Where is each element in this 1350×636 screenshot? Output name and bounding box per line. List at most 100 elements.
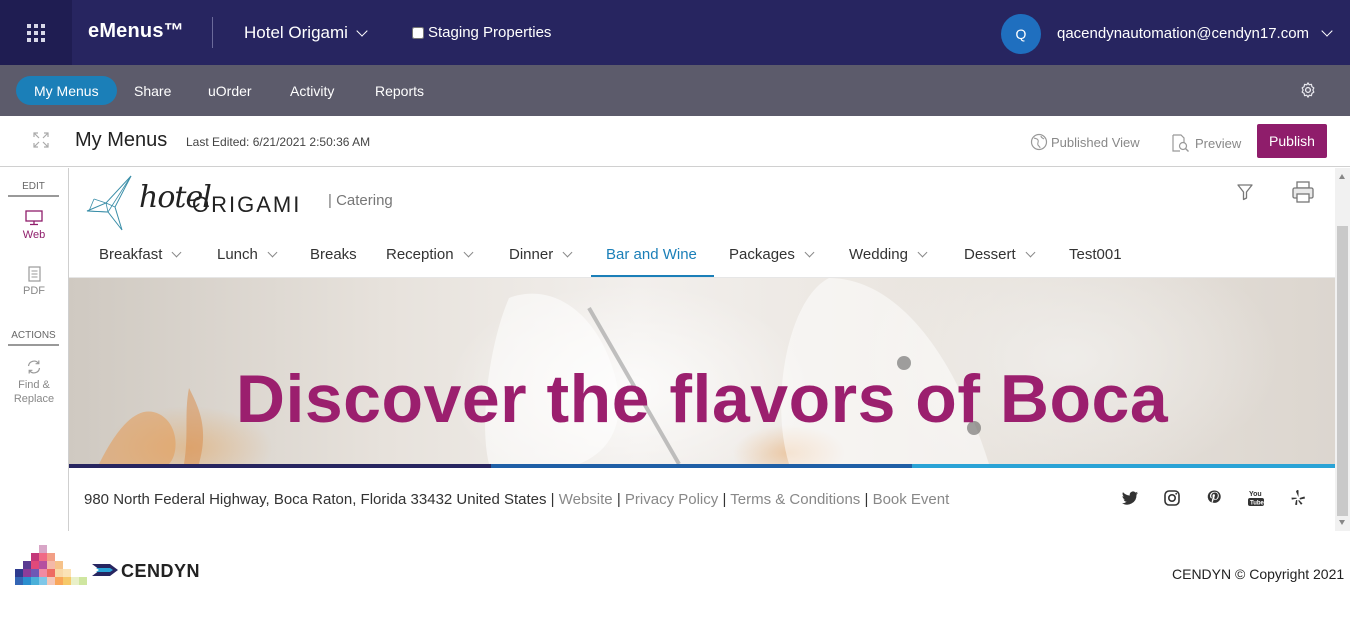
brand-name: eMenus™ bbox=[88, 20, 184, 42]
tab-breaks[interactable]: Breaks bbox=[310, 246, 357, 263]
twitter-icon[interactable] bbox=[1120, 488, 1140, 508]
staging-label: Staging Properties bbox=[428, 24, 552, 41]
tab-label: Dessert bbox=[964, 246, 1016, 263]
print-icon[interactable] bbox=[1291, 180, 1315, 204]
cendyn-arrow-mark bbox=[92, 564, 118, 576]
preview-button[interactable]: Preview bbox=[1170, 133, 1241, 153]
chevron-down-icon bbox=[171, 247, 182, 257]
divider bbox=[212, 17, 213, 48]
user-menu[interactable]: qacendynautomation@cendyn17.com bbox=[1057, 25, 1333, 42]
youtube-icon[interactable]: You Tube bbox=[1246, 488, 1266, 508]
filter-icon[interactable] bbox=[1236, 183, 1254, 201]
staging-checkbox[interactable] bbox=[412, 26, 424, 39]
tab-reception[interactable]: Reception bbox=[386, 246, 473, 263]
tab-dessert[interactable]: Dessert bbox=[964, 246, 1036, 263]
user-email: qacendynautomation@cendyn17.com bbox=[1057, 25, 1310, 42]
tab-label: Bar and Wine bbox=[606, 246, 697, 263]
nav-uorder[interactable]: uOrder bbox=[208, 76, 252, 105]
tab-label: Breaks bbox=[310, 246, 357, 263]
tab-label: Lunch bbox=[217, 246, 258, 263]
accent-stripe bbox=[912, 464, 1335, 468]
tab-bar-and-wine[interactable]: Bar and Wine bbox=[606, 246, 697, 263]
website-link[interactable]: Website bbox=[559, 491, 613, 508]
monitor-icon bbox=[25, 210, 43, 226]
app-launcher-button[interactable] bbox=[0, 0, 72, 65]
svg-text:Tube: Tube bbox=[1250, 501, 1265, 507]
property-selector[interactable]: Hotel Origami bbox=[244, 23, 368, 43]
preview-icon bbox=[1172, 134, 1189, 152]
nav-my-menus[interactable]: My Menus bbox=[16, 76, 117, 105]
chevron-down-icon bbox=[463, 247, 473, 257]
logo-origami-text: ORIGAMI bbox=[192, 192, 302, 217]
chevron-down-icon bbox=[1025, 247, 1036, 257]
terms-link[interactable]: Terms & Conditions bbox=[730, 491, 860, 508]
scroll-thumb[interactable] bbox=[1337, 226, 1348, 516]
page-title: My Menus bbox=[75, 129, 168, 151]
instagram-icon[interactable] bbox=[1162, 488, 1182, 508]
tab-breakfast[interactable]: Breakfast bbox=[99, 246, 182, 263]
find-replace-label-1: Find & bbox=[18, 379, 50, 391]
chevron-down-icon bbox=[917, 247, 928, 257]
separator: | bbox=[722, 491, 727, 508]
edit-heading: EDIT bbox=[8, 181, 59, 197]
accent-stripe bbox=[69, 464, 491, 468]
privacy-policy-link[interactable]: Privacy Policy bbox=[625, 491, 718, 508]
book-event-link[interactable]: Book Event bbox=[873, 491, 950, 508]
expand-icon[interactable] bbox=[33, 132, 49, 148]
tool-rail: EDIT Web PDF ACTIONS Find & Replace bbox=[0, 168, 69, 531]
svg-text:You: You bbox=[1249, 491, 1262, 498]
document-icon bbox=[28, 266, 41, 282]
pinterest-icon[interactable] bbox=[1204, 488, 1224, 508]
preview-label: Preview bbox=[1195, 135, 1242, 151]
property-name: Hotel Origami bbox=[244, 23, 348, 42]
chevron-down-icon bbox=[267, 247, 278, 257]
published-view-button[interactable]: Published View bbox=[1030, 133, 1140, 151]
web-label: Web bbox=[22, 229, 46, 241]
tab-wedding[interactable]: Wedding bbox=[849, 246, 928, 263]
tab-lunch[interactable]: Lunch bbox=[217, 246, 278, 263]
globe-icon bbox=[1030, 133, 1048, 151]
tab-label: Packages bbox=[729, 246, 795, 263]
nav-share[interactable]: Share bbox=[134, 76, 171, 105]
cendyn-mosaic-logo bbox=[15, 545, 87, 585]
last-edited-timestamp: Last Edited: 6/21/2021 2:50:36 AM bbox=[186, 135, 371, 149]
address: 980 North Federal Highway, Boca Raton, F… bbox=[84, 491, 547, 508]
refresh-icon bbox=[27, 360, 41, 374]
scroll-down-arrow[interactable] bbox=[1339, 520, 1345, 525]
hero-title: Discover the flavors of Boca bbox=[235, 361, 1169, 437]
menu-footer: 980 North Federal Highway, Boca Raton, F… bbox=[84, 491, 949, 508]
find-replace-button[interactable]: Find & Replace bbox=[0, 359, 68, 406]
tab-label: Dinner bbox=[509, 246, 554, 263]
staging-properties-toggle[interactable]: Staging Properties bbox=[412, 24, 551, 41]
tab-label: Wedding bbox=[849, 246, 908, 263]
separator: | bbox=[550, 491, 555, 508]
chevron-down-icon bbox=[1321, 25, 1333, 37]
active-tab-indicator bbox=[591, 275, 714, 277]
web-edit-button[interactable]: Web bbox=[0, 210, 68, 241]
gear-icon[interactable] bbox=[1299, 81, 1317, 99]
scroll-up-arrow[interactable] bbox=[1339, 174, 1345, 179]
tab-packages[interactable]: Packages bbox=[729, 246, 815, 263]
grid-icon bbox=[27, 23, 45, 42]
nav-activity[interactable]: Activity bbox=[290, 76, 334, 105]
tab-label: Test001 bbox=[1069, 246, 1122, 263]
pdf-label: PDF bbox=[23, 285, 45, 297]
yelp-icon[interactable] bbox=[1288, 488, 1308, 508]
copyright-text: CENDYN © Copyright 2021 bbox=[1172, 566, 1345, 582]
find-replace-label-2: Replace bbox=[13, 393, 55, 405]
tab-test001[interactable]: Test001 bbox=[1069, 246, 1122, 263]
tab-dinner[interactable]: Dinner bbox=[509, 246, 573, 263]
avatar[interactable]: Q bbox=[1001, 14, 1041, 54]
accent-stripe bbox=[491, 464, 912, 468]
chevron-down-icon bbox=[804, 247, 815, 257]
main-nav: My Menus Share uOrder Activity Reports bbox=[0, 65, 1350, 116]
chevron-down-icon bbox=[356, 24, 368, 37]
tab-label: Reception bbox=[386, 246, 454, 263]
publish-button[interactable]: Publish bbox=[1257, 124, 1327, 158]
menu-subtitle: | Catering bbox=[328, 192, 393, 209]
pdf-edit-button[interactable]: PDF bbox=[0, 266, 68, 297]
menu-preview: hotel ORIGAMI | Catering Breakfast Lunch… bbox=[69, 168, 1335, 531]
vertical-scrollbar[interactable] bbox=[1335, 168, 1350, 531]
nav-reports[interactable]: Reports bbox=[375, 76, 424, 105]
origami-bird-logo bbox=[86, 175, 132, 231]
